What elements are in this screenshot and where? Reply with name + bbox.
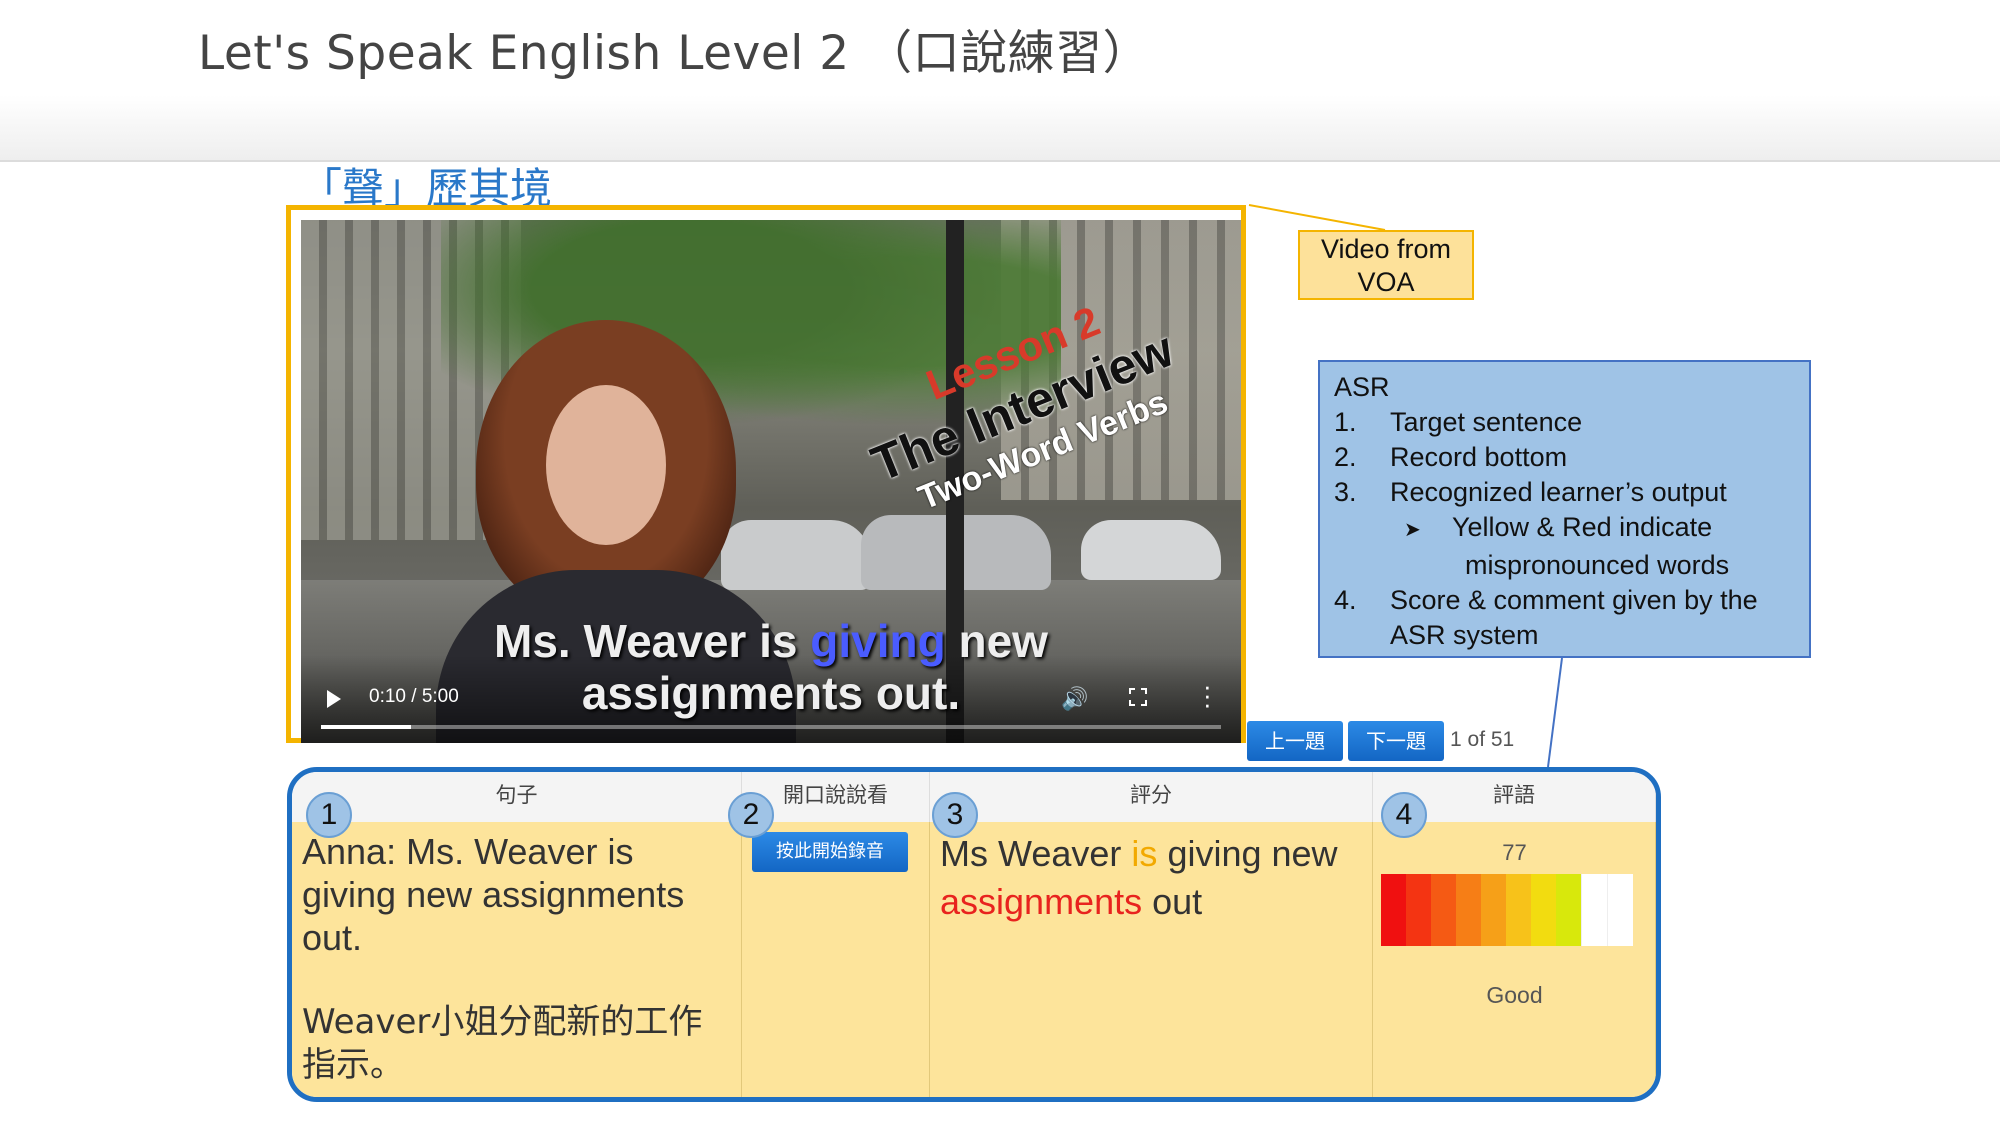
record-button[interactable]: 按此開始錄音 <box>752 832 908 872</box>
asr-item-1: 1. Target sentence <box>1334 407 1583 437</box>
asr-title: ASR <box>1334 372 1390 402</box>
recognized-word: new <box>1271 833 1338 874</box>
asr-callout-line <box>1547 657 1563 768</box>
voa-callout: Video from VOA <box>1298 230 1474 300</box>
asr-callout: ASR 1. Target sentence 2. Record bottom 3.… <box>1318 360 1811 658</box>
sentence-column-header: 句子 <box>292 772 742 822</box>
recognized-word: Weaver <box>998 833 1122 874</box>
score-meter-segment <box>1581 874 1607 946</box>
prev-question-button[interactable]: 上一題 <box>1247 721 1343 761</box>
step-badge-1: 1 <box>306 792 352 838</box>
score-meter-segment <box>1506 874 1531 946</box>
recognized-word: assignments <box>940 881 1143 922</box>
score-meter <box>1381 874 1633 946</box>
target-sentence: Anna: Ms. Weaver is giving new assignmen… <box>302 830 722 1087</box>
arrow-bullet-icon: ➤ <box>1404 519 1421 541</box>
step-badge-2: 2 <box>728 792 774 838</box>
target-sentence-en: Anna: Ms. Weaver is giving new assignmen… <box>302 831 685 958</box>
question-counter: 1 of 51 <box>1450 728 1515 751</box>
score-meter-segment <box>1381 874 1406 946</box>
asr-subitem-cont: mispronounced words <box>1465 550 1730 580</box>
score-column-header: 評分 <box>930 772 1373 822</box>
asr-item-4: 4. Score & comment given by the <box>1334 585 1758 615</box>
score-meter-segment <box>1431 874 1456 946</box>
score-column: 評分 3 Ms Weaver is giving new assignments… <box>930 772 1373 1097</box>
score-meter-segment <box>1556 874 1581 946</box>
voa-callout-line <box>1248 204 1386 231</box>
recognized-output: Ms Weaver is giving new assignments out <box>940 830 1370 926</box>
asr-item-2: 2. Record bottom <box>1334 442 1568 472</box>
next-question-button[interactable]: 下一題 <box>1348 721 1444 761</box>
score-meter-segment <box>1607 874 1633 946</box>
score-meter-segment <box>1456 874 1481 946</box>
asr-item-3: 3. Recognized learner’s output <box>1334 477 1727 507</box>
recognized-word: giving <box>1167 833 1262 874</box>
recognized-word: is <box>1131 833 1158 874</box>
recognized-word: Ms <box>940 833 988 874</box>
practice-panel: 句子 1 Anna: Ms. Weaver is giving new assi… <box>287 767 1661 1102</box>
recognized-word: out <box>1152 881 1203 922</box>
record-column: 開口說說看 2 按此開始錄音 <box>728 772 930 1097</box>
score-meter-segment <box>1531 874 1556 946</box>
asr-subitem: ➤ Yellow & Red indicate <box>1334 510 1795 548</box>
comment-column: 評語 4 77 Good <box>1373 772 1656 1097</box>
target-sentence-zh: Weaver小姐分配新的工作指示。 <box>302 1002 703 1085</box>
score-meter-segment <box>1481 874 1506 946</box>
score-value: 77 <box>1502 840 1527 865</box>
step-badge-3: 3 <box>932 792 978 838</box>
score-meter-segment <box>1406 874 1431 946</box>
sentence-column: 句子 1 Anna: Ms. Weaver is giving new assi… <box>292 772 742 1097</box>
score-comment: Good <box>1486 982 1543 1008</box>
step-badge-4: 4 <box>1381 792 1427 838</box>
asr-item-4-cont: ASR system <box>1390 620 1539 650</box>
